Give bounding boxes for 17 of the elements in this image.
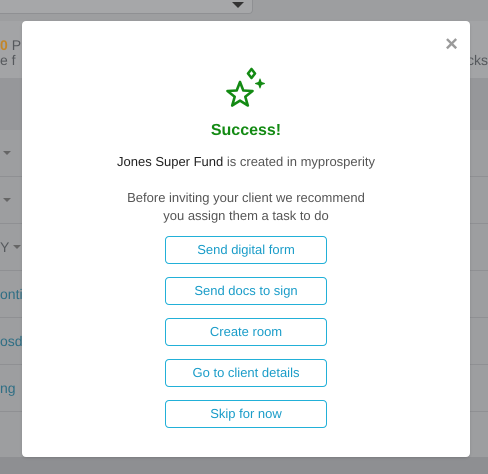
link-text[interactable]: onti: [0, 284, 23, 304]
link-text[interactable]: ng: [0, 378, 16, 398]
dialog-message: Jones Super Fund is created in myprosperity: [117, 153, 375, 171]
close-button[interactable]: ×: [445, 33, 458, 55]
caret-icon[interactable]: [3, 151, 11, 155]
action-button[interactable]: Skip for now: [165, 400, 327, 428]
cell-text: Y: [0, 238, 10, 256]
select-field[interactable]: [0, 0, 253, 14]
link-text[interactable]: osd: [0, 330, 23, 352]
action-button[interactable]: Send digital form: [165, 236, 327, 264]
dialog-title: Success!: [210, 121, 282, 141]
caret-icon[interactable]: [3, 198, 11, 202]
caret-icon: [232, 2, 244, 8]
action-button[interactable]: Create room: [165, 318, 327, 346]
action-button[interactable]: Go to client details: [165, 358, 327, 386]
dialog-hint: Before inviting your client we recommend you assign them a task to do: [126, 188, 366, 224]
action-button[interactable]: Send docs to sign: [165, 276, 327, 304]
